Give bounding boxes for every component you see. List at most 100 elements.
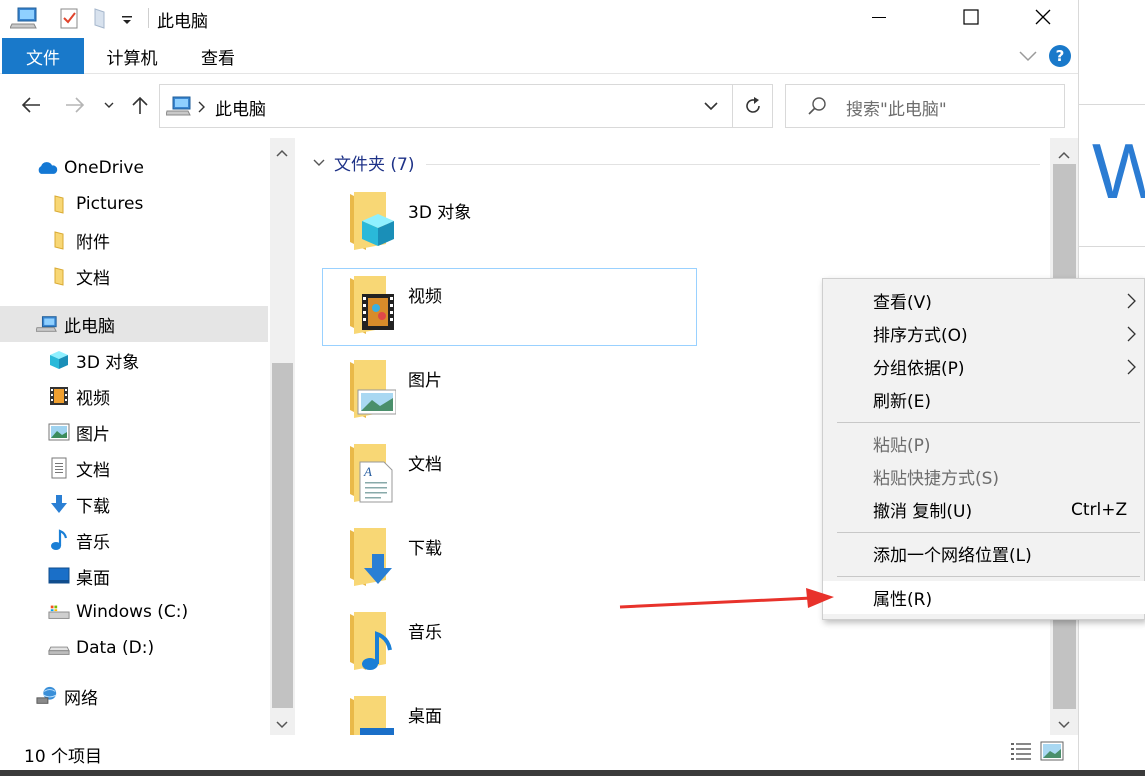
screen: W 此电脑 文件 计算机 查看 ? 此电脑 搜索"此电脑" OneDrive P…: [0, 0, 1145, 776]
folder-label: 视频: [408, 287, 442, 307]
large-icons-view-icon[interactable]: [1040, 741, 1064, 765]
search-icon: [806, 95, 828, 121]
folder-item-videos[interactable]: 视频: [322, 268, 697, 346]
drive-icon: [48, 637, 70, 659]
maximize-button[interactable]: [948, 0, 994, 34]
menu-item-sort-by[interactable]: 排序方式(O): [823, 317, 1145, 350]
folder-item-documents[interactable]: A 文档: [322, 436, 697, 514]
videos-icon: [48, 385, 70, 407]
folder-label: 3D 对象: [408, 203, 472, 223]
details-view-icon[interactable]: [1010, 741, 1032, 765]
tab-view[interactable]: 查看: [190, 38, 246, 74]
properties-icon[interactable]: [58, 6, 80, 30]
folder-icon: [350, 528, 392, 586]
sidebar-item-downloads[interactable]: 下载: [48, 486, 110, 522]
sidebar-item-this-pc[interactable]: 此电脑: [36, 306, 115, 342]
scroll-up-chevron-icon[interactable]: [1056, 146, 1072, 165]
menu-item-add-network-location[interactable]: 添加一个网络位置(L): [823, 537, 1145, 570]
sidebar-item-videos[interactable]: 视频: [48, 378, 110, 414]
sidebar-item-desktop[interactable]: 桌面: [48, 558, 110, 594]
title-separator: [148, 8, 149, 28]
nav-pane-scrollbar-thumb[interactable]: [272, 363, 293, 708]
sidebar-item-windows-drive[interactable]: Windows (C:): [48, 594, 188, 630]
sidebar-item-pictures-folder[interactable]: Pictures: [48, 186, 143, 222]
menu-item-properties[interactable]: 属性(R): [823, 581, 1145, 614]
sidebar-item-label: 附件: [76, 232, 110, 253]
back-button[interactable]: [16, 92, 46, 118]
background-window-letter: W: [1092, 127, 1145, 215]
folder-item-3d-objects[interactable]: 3D 对象: [322, 184, 697, 262]
folder-label: 文档: [408, 455, 442, 475]
sidebar-item-onedrive[interactable]: OneDrive: [36, 150, 144, 186]
breadcrumb-this-pc[interactable]: 此电脑: [215, 95, 266, 120]
background-divider: [1078, 246, 1145, 247]
tab-computer[interactable]: 计算机: [98, 38, 166, 74]
customize-qat-dropdown-icon[interactable]: [120, 6, 134, 30]
menu-item-label: 分组依据(P): [873, 359, 965, 379]
new-folder-icon[interactable]: [92, 6, 110, 30]
system-drive-icon: [48, 601, 70, 623]
sidebar-item-label: Data (D:): [76, 638, 155, 658]
context-menu: 查看(V) 排序方式(O) 分组依据(P) 刷新(E) 粘贴(P) 粘贴快捷方式…: [822, 278, 1145, 620]
navigation-pane: OneDrive Pictures 附件 文档 此电脑 3D 对象 视频 图片 …: [0, 138, 295, 735]
close-button[interactable]: [1020, 0, 1066, 34]
menu-item-refresh[interactable]: 刷新(E): [823, 383, 1145, 416]
menu-item-group-by[interactable]: 分组依据(P): [823, 350, 1145, 383]
menu-separator: [837, 576, 1140, 577]
sidebar-item-pictures[interactable]: 图片: [48, 414, 110, 450]
status-bar: 10 个项目: [0, 735, 1078, 770]
sidebar-item-3d-objects[interactable]: 3D 对象: [48, 342, 139, 378]
menu-item-label: 粘贴快捷方式(S): [873, 469, 1000, 489]
sidebar-item-label: 3D 对象: [76, 352, 140, 373]
sidebar-item-attachments-folder[interactable]: 附件: [48, 222, 110, 258]
this-pc-icon: [165, 95, 192, 121]
folder-icon: [350, 612, 392, 670]
sidebar-item-documents-folder[interactable]: 文档: [48, 258, 110, 294]
sidebar-item-music[interactable]: 音乐: [48, 522, 110, 558]
folder-icon: [48, 229, 70, 251]
folder-item-downloads[interactable]: 下载: [322, 520, 697, 598]
sidebar-item-network[interactable]: 网络: [36, 678, 98, 714]
menu-item-view[interactable]: 查看(V): [823, 284, 1145, 317]
help-button[interactable]: ?: [1049, 45, 1071, 67]
group-header-folders[interactable]: 文件夹 (7): [312, 150, 414, 175]
title-bar: 此电脑: [0, 0, 1078, 36]
folder-item-music[interactable]: 音乐: [322, 604, 697, 682]
svg-text:A: A: [363, 464, 372, 479]
item-count: 10 个项目: [24, 747, 103, 767]
sidebar-item-documents[interactable]: 文档: [48, 450, 110, 486]
breadcrumb-chevron-icon[interactable]: [196, 99, 206, 118]
folder-item-pictures[interactable]: 图片: [322, 352, 697, 430]
search-box[interactable]: 搜索"此电脑": [785, 84, 1065, 128]
address-dropdown-chevron-icon[interactable]: [690, 85, 732, 127]
sidebar-item-data-drive[interactable]: Data (D:): [48, 630, 154, 666]
downloads-icon: [48, 493, 70, 515]
taskbar-strip: [0, 770, 1145, 776]
submenu-chevron-icon: [1125, 324, 1137, 349]
folder-label: 图片: [408, 371, 442, 391]
group-collapse-chevron-icon[interactable]: [312, 158, 326, 168]
folder-icon: [350, 192, 394, 250]
tab-file[interactable]: 文件: [2, 38, 84, 74]
forward-button[interactable]: [60, 92, 90, 118]
menu-separator: [837, 422, 1140, 423]
sidebar-item-label: 音乐: [76, 532, 110, 553]
this-pc-icon[interactable]: [10, 6, 38, 30]
recent-locations-chevron-icon[interactable]: [100, 92, 118, 118]
folder-label: 下载: [408, 539, 442, 559]
group-header-label: 文件夹 (7): [334, 155, 415, 175]
address-bar[interactable]: 此电脑: [159, 84, 773, 128]
menu-item-undo-copy[interactable]: 撤消 复制(U) Ctrl+Z: [823, 493, 1145, 526]
search-input[interactable]: 搜索"此电脑": [846, 95, 947, 120]
scroll-down-chevron-icon[interactable]: [1056, 716, 1072, 735]
up-button[interactable]: [126, 92, 154, 118]
scroll-down-chevron-icon[interactable]: [274, 716, 290, 735]
menu-item-label: 粘贴(P): [873, 436, 931, 456]
expand-ribbon-chevron-icon[interactable]: [1017, 48, 1039, 68]
minimize-button[interactable]: [856, 0, 902, 34]
sidebar-item-label: Pictures: [76, 194, 144, 214]
refresh-button[interactable]: [732, 85, 772, 127]
scroll-up-chevron-icon[interactable]: [274, 144, 290, 163]
folder-item-desktop[interactable]: 桌面: [322, 688, 697, 735]
sidebar-item-label: Windows (C:): [76, 602, 189, 622]
